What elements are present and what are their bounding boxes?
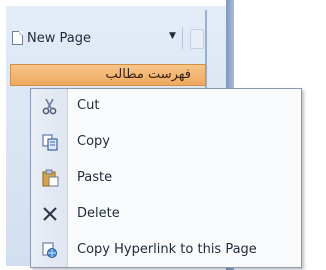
new-page-label: New Page bbox=[27, 30, 91, 46]
menu-item-label: Delete bbox=[77, 206, 120, 221]
menu-item-paste[interactable]: Paste bbox=[31, 163, 299, 193]
pane-collapse-button[interactable] bbox=[190, 29, 204, 49]
scissors-icon bbox=[42, 98, 57, 115]
menu-item-label: Cut bbox=[77, 98, 100, 113]
hyperlink-icon bbox=[42, 242, 57, 258]
paste-icon bbox=[42, 169, 59, 187]
new-page-button[interactable]: New Page ▼ bbox=[12, 24, 204, 52]
new-page-icon bbox=[12, 31, 23, 45]
copy-icon bbox=[42, 134, 58, 151]
menu-item-copy-hyperlink[interactable]: Copy Hyperlink to this Page bbox=[31, 235, 299, 265]
menu-item-label: Copy Hyperlink to this Page bbox=[77, 242, 257, 257]
page-tab-selected[interactable]: فهرست مطالب bbox=[10, 64, 206, 86]
delete-icon bbox=[43, 207, 57, 221]
menu-item-label: Copy bbox=[77, 134, 110, 149]
button-separator bbox=[182, 27, 183, 49]
menu-item-delete[interactable]: Delete bbox=[31, 199, 299, 229]
menu-item-label: Paste bbox=[77, 170, 113, 185]
context-menu: Cut Copy Paste Delete Copy Hyperlink to … bbox=[30, 88, 302, 268]
dropdown-arrow-icon[interactable]: ▼ bbox=[169, 31, 176, 41]
menu-item-copy[interactable]: Copy bbox=[31, 127, 299, 157]
menu-item-cut[interactable]: Cut bbox=[31, 91, 299, 121]
